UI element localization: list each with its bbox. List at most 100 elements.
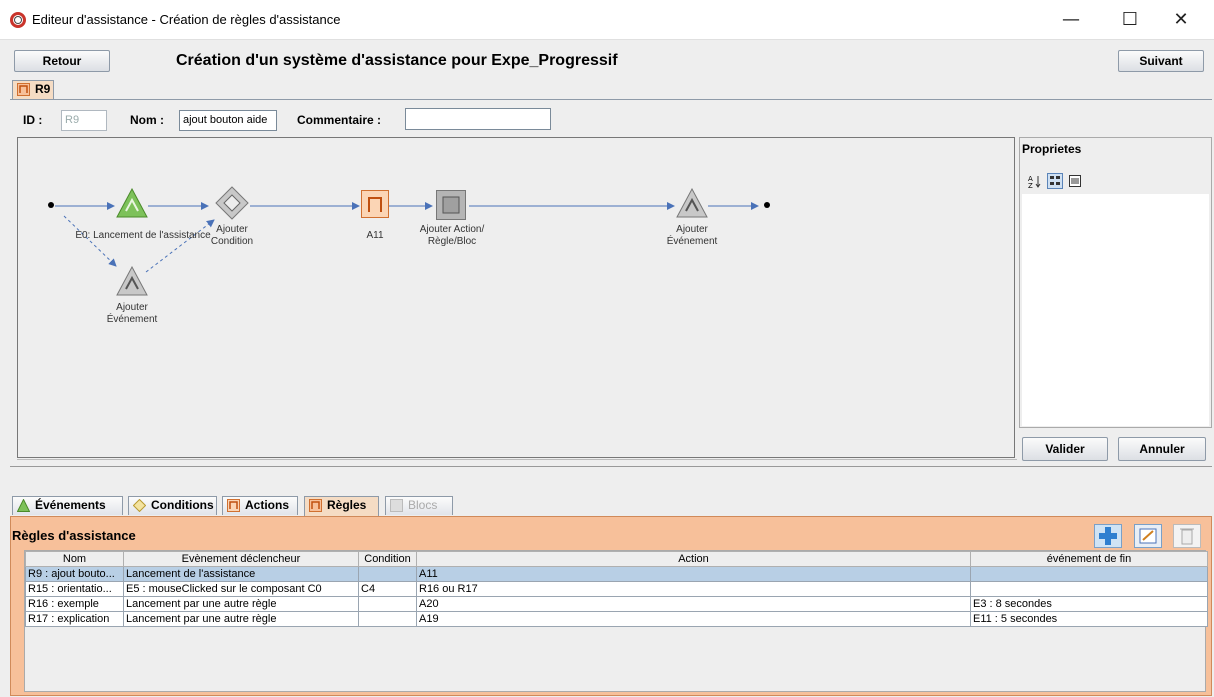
- app-icon: [10, 12, 26, 28]
- end-point: [764, 202, 770, 208]
- add-condition-label-line1: Ajouter: [216, 224, 248, 235]
- add-condition-label: Ajouter Condition: [200, 224, 264, 248]
- column-header-trigger[interactable]: Evènement déclencheur: [123, 551, 359, 567]
- cell-nom: R9 : ajout bouto...: [25, 566, 124, 582]
- column-header-nom[interactable]: Nom: [25, 551, 124, 567]
- rules-table: Nom Evènement déclencheur Condition Acti…: [25, 551, 1208, 627]
- tab-rules[interactable]: Règles: [304, 496, 379, 516]
- cell-trigger: Lancement par une autre règle: [123, 596, 359, 612]
- properties-title: Proprietes: [1022, 142, 1082, 156]
- tab-blocks[interactable]: Blocs: [385, 496, 453, 515]
- cell-nom: R15 : orientatio...: [25, 581, 124, 597]
- properties-list[interactable]: [1022, 194, 1209, 426]
- condition-tab-icon: [133, 499, 146, 512]
- add-event-end-label-line2: Événement: [666, 236, 718, 247]
- edit-rule-icon[interactable]: [1134, 524, 1162, 548]
- action-node-label: A11: [366, 230, 384, 241]
- cell-action: R16 ou R17: [416, 581, 971, 597]
- cell-action: A19: [416, 611, 971, 627]
- categorized-icon[interactable]: [1047, 173, 1063, 189]
- delete-rule-icon[interactable]: [1173, 524, 1201, 548]
- tab-events-label: Événements: [35, 498, 106, 512]
- cell-condition: C4: [358, 581, 417, 597]
- table-header-row: Nom Evènement déclencheur Condition Acti…: [25, 551, 1208, 567]
- table-row[interactable]: R17 : explication Lancement par une autr…: [25, 611, 1208, 627]
- rule-icon: [17, 83, 30, 96]
- event-node-icon[interactable]: [116, 188, 148, 218]
- minimize-icon[interactable]: —: [1048, 6, 1094, 34]
- add-action-label-line1: Ajouter Action/: [419, 224, 485, 235]
- rules-table-container: Nom Evènement déclencheur Condition Acti…: [24, 550, 1208, 692]
- canvas-separator: [17, 459, 1017, 460]
- comment-label: Commentaire :: [297, 113, 382, 127]
- add-event-alt-label-line1: Ajouter: [116, 302, 148, 313]
- cell-end: [970, 581, 1208, 597]
- tab-rules-label: Règles: [327, 498, 367, 512]
- tab-conditions[interactable]: Conditions: [128, 496, 217, 515]
- cell-action: A20: [416, 596, 971, 612]
- tab-actions[interactable]: Actions: [222, 496, 298, 515]
- name-label: Nom :: [130, 113, 164, 127]
- tab-blocks-label: Blocs: [408, 498, 438, 512]
- tab-events[interactable]: Événements: [12, 496, 123, 515]
- properties-panel: Proprietes AZ: [1019, 137, 1212, 428]
- condition-node-icon[interactable]: [215, 186, 249, 220]
- rules-panel-title: Règles d'assistance: [12, 528, 136, 543]
- table-row[interactable]: R9 : ajout bouto... Lancement de l'assis…: [25, 566, 1208, 582]
- cell-trigger: Lancement de l'assistance: [123, 566, 359, 582]
- id-field[interactable]: R9: [61, 110, 107, 131]
- rule-diagram-canvas[interactable]: E0: Lancement de l'assistance Ajouter Co…: [17, 137, 1015, 458]
- add-event-end-icon[interactable]: [676, 188, 708, 218]
- add-event-alt-label-line2: Événement: [106, 314, 158, 325]
- add-action-label-line2: Règle/Bloc: [427, 236, 477, 247]
- name-field[interactable]: ajout bouton aide: [179, 110, 277, 131]
- validate-button[interactable]: Valider: [1022, 437, 1108, 461]
- svg-text:Z: Z: [1028, 182, 1033, 188]
- id-label: ID :: [23, 113, 43, 127]
- action-node-icon[interactable]: [361, 190, 389, 218]
- title-bar: Editeur d'assistance - Création de règle…: [0, 0, 1214, 40]
- block-tab-icon: [390, 499, 403, 512]
- window-title: Editeur d'assistance - Création de règle…: [32, 12, 341, 27]
- add-action-node-icon[interactable]: [436, 190, 466, 220]
- column-header-action[interactable]: Action: [416, 551, 971, 567]
- cell-condition: [358, 596, 417, 612]
- tab-divider: [10, 99, 1212, 100]
- add-event-end-label-line1: Ajouter: [676, 224, 708, 235]
- event-tab-icon: [17, 499, 30, 512]
- description-icon[interactable]: [1069, 175, 1081, 187]
- table-row[interactable]: R16 : exemple Lancement par une autre rè…: [25, 596, 1208, 612]
- column-header-end-event[interactable]: événement de fin: [970, 551, 1208, 567]
- cell-nom: R17 : explication: [25, 611, 124, 627]
- column-header-condition[interactable]: Condition: [358, 551, 417, 567]
- cell-condition: [358, 566, 417, 582]
- tab-rule-label: R9: [35, 82, 51, 96]
- cell-nom: R16 : exemple: [25, 596, 124, 612]
- cell-condition: [358, 611, 417, 627]
- cell-trigger: Lancement par une autre règle: [123, 611, 359, 627]
- next-button[interactable]: Suivant: [1118, 50, 1204, 72]
- cell-end: [970, 566, 1208, 582]
- splitter[interactable]: [10, 466, 1212, 467]
- cell-trigger: E5 : mouseClicked sur le composant C0: [123, 581, 359, 597]
- close-icon[interactable]: ✕: [1158, 6, 1204, 34]
- cancel-button[interactable]: Annuler: [1118, 437, 1206, 461]
- add-rule-icon[interactable]: [1094, 524, 1122, 548]
- tab-conditions-label: Conditions: [151, 498, 214, 512]
- tab-actions-label: Actions: [245, 498, 290, 512]
- comment-field[interactable]: [405, 108, 551, 130]
- back-button[interactable]: Retour: [14, 50, 110, 72]
- cell-action: A11: [416, 566, 971, 582]
- add-action-label: Ajouter Action/ Règle/Bloc: [404, 224, 500, 248]
- add-condition-label-line2: Condition: [210, 236, 254, 247]
- table-row[interactable]: R15 : orientatio... E5 : mouseClicked su…: [25, 581, 1208, 597]
- diagram-links: [55, 202, 759, 273]
- add-event-end-label: Ajouter Événement: [660, 224, 724, 248]
- page-title: Création d'un système d'assistance pour …: [176, 52, 618, 69]
- sort-alpha-icon[interactable]: AZ: [1028, 174, 1042, 188]
- maximize-icon[interactable]: ☐: [1107, 6, 1153, 34]
- tab-rule[interactable]: R9: [12, 80, 54, 99]
- cell-end: E11 : 5 secondes: [970, 611, 1208, 627]
- add-event-alt-icon[interactable]: [116, 266, 148, 296]
- rule-tab-icon: [309, 499, 322, 512]
